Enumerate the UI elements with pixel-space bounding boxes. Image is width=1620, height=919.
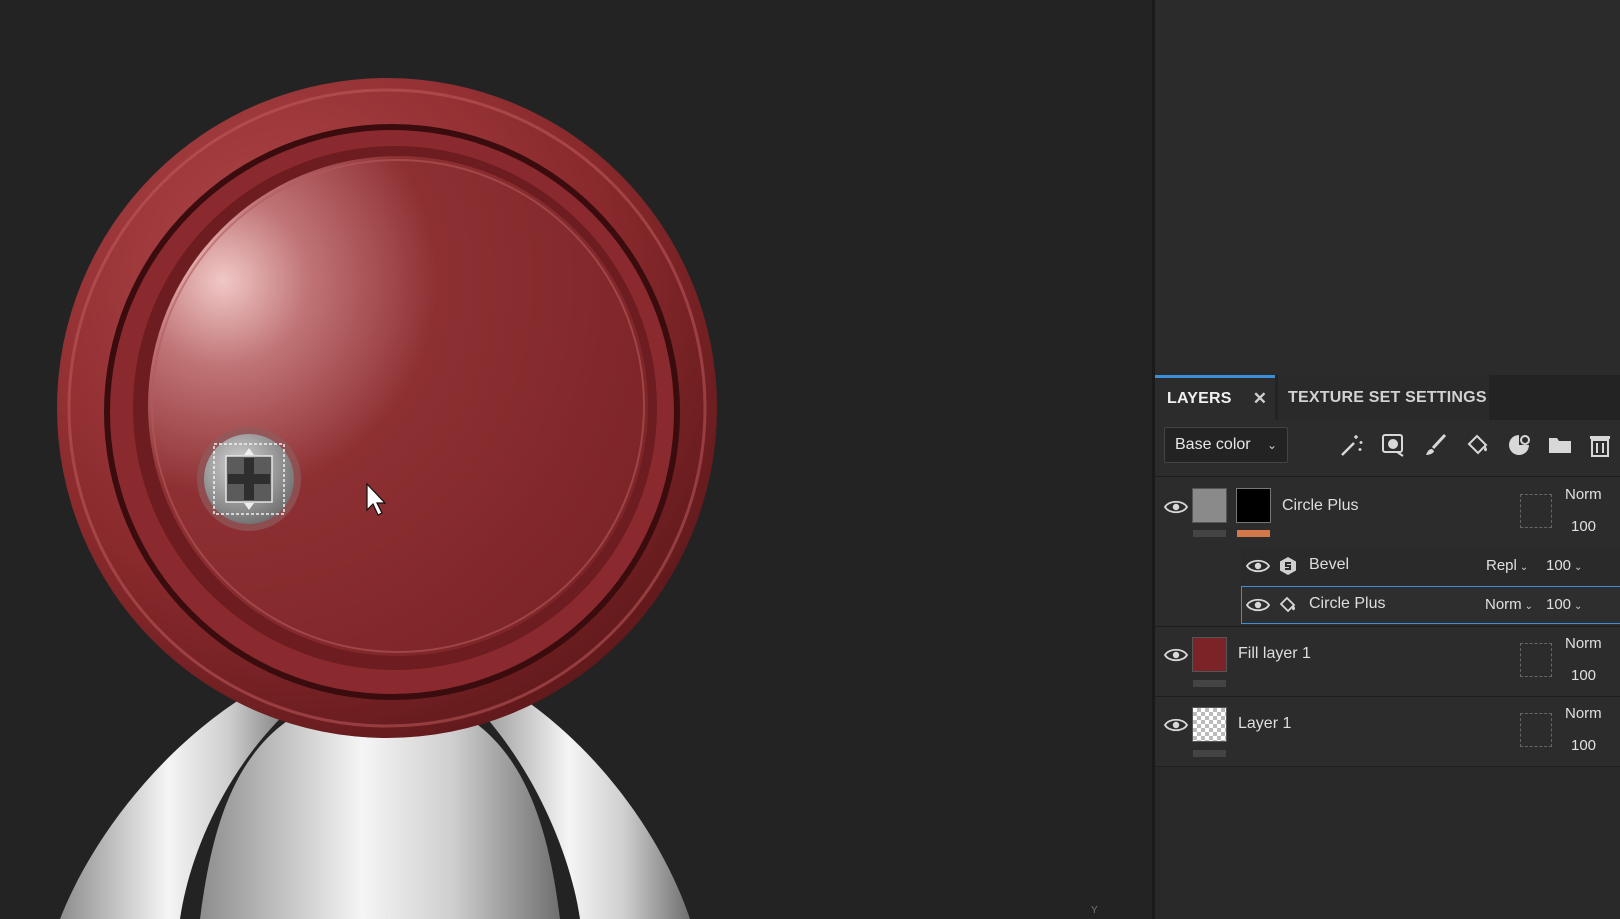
layer-thumbnail[interactable] (1192, 637, 1227, 672)
effect-blend-value: Repl (1486, 557, 1517, 574)
thumbnail-bar (1193, 530, 1226, 537)
thumbnail-bar (1193, 680, 1226, 687)
eye-icon[interactable] (1164, 647, 1188, 663)
layer-row-circle-plus[interactable]: Circle Plus Norm 100 Bevel Repl⌄ 100⌄ (1155, 477, 1620, 627)
chevron-down-icon: ⌄ (1519, 562, 1529, 573)
tab-layers[interactable]: LAYERS ✕ (1155, 375, 1275, 420)
blend-mode[interactable]: Norm (1565, 635, 1602, 652)
paint-layer-icon[interactable] (1423, 432, 1449, 458)
chevron-down-icon: ⌄ (1574, 562, 1583, 573)
eye-icon[interactable] (1164, 717, 1188, 733)
blend-mode[interactable]: Norm (1565, 705, 1602, 722)
opacity-value[interactable]: 100 (1571, 667, 1596, 684)
trash-icon[interactable] (1587, 432, 1613, 458)
eye-icon[interactable] (1246, 558, 1270, 574)
effect-name: Bevel (1309, 556, 1350, 573)
layer-row-layer-1[interactable]: Layer 1 Norm 100 (1155, 697, 1620, 767)
effect-opacity-value: 100 (1546, 557, 1572, 574)
effect-blend-mode[interactable]: Norm ⌄ (1485, 596, 1533, 613)
chevron-down-icon: ⌄ (1524, 601, 1534, 612)
effect-name: Circle Plus (1309, 595, 1386, 612)
mask-placeholder[interactable] (1520, 494, 1552, 528)
layer-thumbnail[interactable] (1192, 707, 1227, 742)
layer-thumbnail[interactable] (1192, 488, 1227, 523)
layer-row-fill-layer-1[interactable]: Fill layer 1 Norm 100 (1155, 627, 1620, 697)
3d-viewport[interactable]: Y (0, 0, 1152, 919)
mask-thumbnail[interactable] (1236, 488, 1271, 523)
close-icon[interactable]: ✕ (1251, 390, 1269, 408)
effect-blend-value: Norm (1485, 596, 1522, 613)
effect-blend-mode[interactable]: Repl ⌄ (1486, 557, 1528, 574)
layers-toolbar: Base color ⌄ (1155, 420, 1620, 477)
effect-opacity[interactable]: 100 ⌄ (1546, 557, 1582, 574)
3d-model-render (57, 78, 717, 919)
smart-mask-icon[interactable] (1381, 432, 1407, 458)
panel-tabbar: LAYERS ✕ TEXTURE SET SETTINGS (1155, 375, 1620, 420)
layer-name: Circle Plus (1282, 497, 1359, 514)
channel-select[interactable]: Base color ⌄ (1164, 427, 1288, 463)
effect-opacity[interactable]: 100 ⌄ (1546, 596, 1582, 613)
opacity-value[interactable]: 100 (1571, 737, 1596, 754)
right-panel: LAYERS ✕ TEXTURE SET SETTINGS Base color… (1152, 0, 1620, 919)
fill-bucket-icon (1279, 596, 1296, 613)
eye-icon[interactable] (1246, 597, 1270, 613)
eye-icon[interactable] (1164, 499, 1188, 515)
axis-label: Y (1091, 905, 1098, 916)
chevron-down-icon: ⌄ (1574, 601, 1583, 612)
channel-select-value: Base color (1175, 436, 1251, 453)
magic-wand-icon[interactable] (1339, 432, 1365, 458)
tab-texture-set-settings[interactable]: TEXTURE SET SETTINGS (1278, 375, 1489, 420)
opacity-value[interactable]: 100 (1571, 518, 1596, 535)
substance-filter-icon (1280, 557, 1296, 575)
blend-mode[interactable]: Norm (1565, 486, 1602, 503)
mask-placeholder[interactable] (1520, 713, 1552, 747)
effect-opacity-value: 100 (1546, 596, 1572, 613)
layer-name: Fill layer 1 (1238, 645, 1311, 662)
layer-name: Layer 1 (1238, 715, 1292, 732)
tab-layers-label: LAYERS (1167, 390, 1232, 407)
effect-row-bevel[interactable]: Bevel Repl ⌄ 100 ⌄ (1241, 547, 1620, 585)
mask-generator-icon[interactable] (1506, 432, 1532, 458)
mask-color-tag (1237, 530, 1270, 537)
mask-placeholder[interactable] (1520, 643, 1552, 677)
thumbnail-bar (1193, 750, 1226, 757)
folder-icon[interactable] (1547, 432, 1573, 458)
chevron-down-icon: ⌄ (1266, 438, 1277, 452)
tab-texture-set-settings-label: TEXTURE SET SETTINGS (1288, 388, 1487, 406)
fill-layer-icon[interactable] (1465, 432, 1491, 458)
effect-row-circle-plus[interactable]: Circle Plus Norm ⌄ 100 ⌄ (1241, 586, 1620, 624)
panel-empty-area (1155, 0, 1620, 375)
